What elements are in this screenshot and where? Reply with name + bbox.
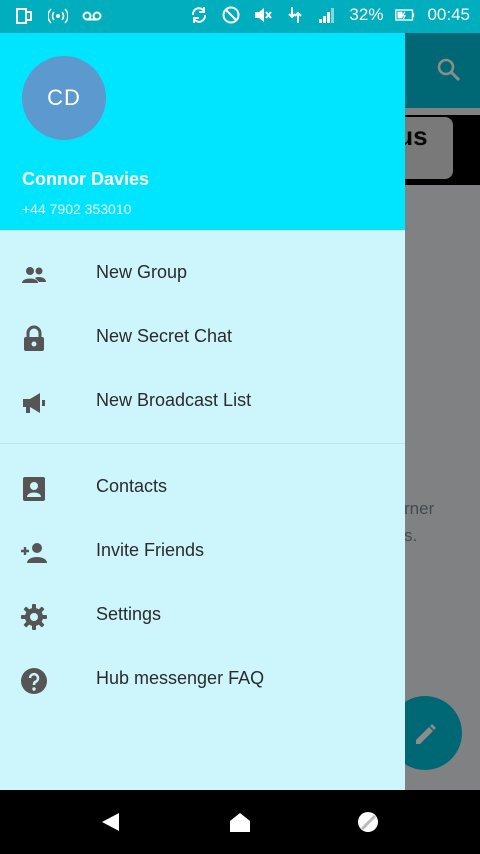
system-nav-bar [0,790,480,854]
menu-item-label: Settings [96,604,162,624]
menu-item-new-group[interactable]: New Group [0,242,405,304]
contact-card-icon [20,475,48,503]
menu-item-label: New Secret Chat [96,326,233,346]
drawer-header: CD Connor Davies +44 7902 353010 [0,33,405,230]
signal-icon [317,5,337,25]
menu-item-label: New Group [96,262,188,282]
menu-item-label: New Broadcast List [96,390,252,410]
avatar-initials: CD [47,85,81,110]
data-icon [285,5,305,25]
lock-icon [20,325,48,353]
sync-icon [189,5,209,25]
add-person-icon [20,539,48,567]
menu-item-new-broadcast-list[interactable]: New Broadcast List [0,370,405,432]
group-icon [20,261,48,289]
menu-item-label: Hub messenger FAQ [96,668,265,688]
mute-icon [253,5,273,25]
gear-icon [20,603,48,631]
blocked-icon [221,5,241,25]
avatar[interactable]: CD [22,56,106,140]
menu-divider [0,443,405,444]
megaphone-icon [20,389,48,417]
battery-percent: 32% [349,5,384,24]
menu-item-new-secret-chat[interactable]: New Secret Chat [0,306,405,368]
battery-icon [395,5,415,25]
menu-item-label: Contacts [96,476,168,496]
help-icon [20,667,48,695]
navigation-drawer: CD Connor Davies +44 7902 353010 New Gro… [0,33,405,790]
status-bar: 32% 00:45 [0,0,480,33]
hotspot-icon [48,6,68,26]
menu-item-contacts[interactable]: Contacts [0,456,405,518]
menu-item-settings[interactable]: Settings [0,584,405,646]
menu-item-faq[interactable]: Hub messenger FAQ [0,648,405,710]
menu-item-invite-friends[interactable]: Invite Friends [0,520,405,582]
clock: 00:45 [427,5,470,24]
menu-item-label: Invite Friends [96,540,205,560]
user-phone: +44 7902 353010 [22,201,132,217]
recents-icon[interactable] [356,810,380,834]
home-icon[interactable] [228,810,252,834]
user-name: Connor Davies [22,169,150,189]
sim-icon [14,6,34,26]
voicemail-icon [82,6,102,26]
back-icon[interactable] [99,810,123,834]
